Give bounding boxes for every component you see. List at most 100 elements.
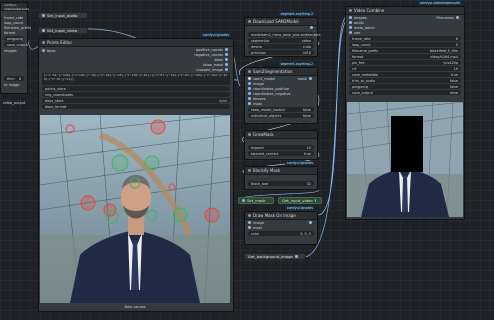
- input-dot-icon[interactable]: [248, 101, 251, 105]
- input-slot: mask: [245, 225, 317, 230]
- get-input-video-node[interactable]: Get_input_video: [278, 197, 322, 204]
- set-input-audio-node[interactable]: Set_input_audio: [38, 12, 88, 19]
- positive-point: [172, 207, 188, 223]
- collapse-dot-icon[interactable]: [248, 169, 251, 172]
- output-dot-icon[interactable]: [225, 63, 228, 66]
- pix-fmt-widget[interactable]: pix_fmt yuv420p: [349, 60, 461, 65]
- input-dot-icon[interactable]: [248, 86, 251, 90]
- output-slot: cropped_image: [191, 67, 233, 72]
- input-slot: vae: [346, 30, 464, 35]
- left-output-widget[interactable]: flnm 8: [4, 76, 24, 81]
- draw-mask-title: Draw Mask On Image: [253, 213, 296, 218]
- left-widget[interactable]: save_output: [4, 42, 28, 47]
- collapse-dot-icon[interactable]: [248, 70, 251, 73]
- keep-model-loaded-widget[interactable]: keep_model_loaded false: [248, 107, 314, 112]
- expand-widget[interactable]: expand 10: [248, 145, 314, 150]
- output-dot-icon[interactable]: [310, 26, 313, 29]
- sam2-model-loader-node[interactable]: segment-anything-2 DownLoad SAM2Model mo…: [244, 12, 320, 57]
- left-row: format: [4, 30, 16, 35]
- input-dot-icon: [42, 48, 45, 52]
- blockify-mask-node[interactable]: comfyui-kjnodes Blockify Mask block_size…: [244, 161, 318, 190]
- format-widget[interactable]: format video/h264-mp4: [349, 54, 461, 59]
- output-dot-icon[interactable]: [309, 76, 312, 80]
- precision-widget[interactable]: precision bf16: [248, 50, 314, 55]
- video-preview[interactable]: [347, 102, 463, 217]
- set-mask-node[interactable]: Set_mask: [238, 197, 274, 204]
- input-dot-icon[interactable]: [248, 220, 251, 224]
- input-dot-icon: [42, 29, 45, 32]
- wire-draw-to-combine: [317, 15, 348, 216]
- blockify-title: Blockify Mask: [253, 168, 281, 173]
- sam2-badge: segment-anything-2: [278, 12, 315, 16]
- output-dot-icon[interactable]: [225, 53, 228, 56]
- neg-coordinates-widget[interactable]: neg_coordinates: [42, 92, 230, 97]
- filename-prefix-widget[interactable]: filename_prefix blockified_fl_film: [349, 48, 461, 53]
- grow-mask-node[interactable]: GrowMask expand 10 tapered_corners true: [244, 130, 318, 160]
- input-dot-icon[interactable]: [248, 76, 251, 80]
- crf-widget[interactable]: crf 19: [349, 66, 461, 71]
- input-dot-icon[interactable]: [248, 91, 251, 95]
- input-dot-icon[interactable]: [248, 96, 251, 100]
- positive-point: [144, 155, 160, 171]
- left-video-node[interactable]: comfyui-videohelpersuite frame_rate loop…: [0, 2, 32, 94]
- trim-to-audio-widget[interactable]: trim_to_audio false: [349, 78, 461, 83]
- negative-point: [168, 183, 176, 191]
- block-size-widget[interactable]: block_size 32: [248, 181, 314, 186]
- bbox-store-widget[interactable]: bbox_store xyxy: [42, 98, 230, 103]
- segmentor-widget[interactable]: segmentor video: [248, 38, 314, 43]
- coordinates-textbox[interactable]: [{"x":31,"y":108},{"x":190,"y":49},{"x":…: [42, 73, 230, 85]
- input-dot-icon[interactable]: [349, 15, 352, 19]
- tapered-corners-widget[interactable]: tapered_corners true: [248, 151, 314, 156]
- get-background-image-node[interactable]: Get_background_image: [244, 253, 306, 260]
- points-editor-badge: comfyui-kjnodes: [200, 33, 231, 37]
- points-editor-title: Points Editor: [47, 40, 73, 45]
- points-store-widget[interactable]: points_store: [42, 86, 230, 91]
- input-dot-icon[interactable]: [248, 225, 251, 229]
- left-widget[interactable]: pingpong: [4, 36, 24, 41]
- grow-mask-title: GrowMask: [253, 132, 274, 137]
- save-output-widget[interactable]: save_output false: [349, 90, 461, 95]
- collapse-dot-icon[interactable]: [248, 133, 251, 136]
- collapse-dot-icon[interactable]: [349, 9, 352, 12]
- pingpong-widget[interactable]: pingpong false: [349, 84, 461, 89]
- device-widget[interactable]: device cuda: [248, 44, 314, 49]
- mask-points-overlay: [65, 119, 220, 224]
- negative-point: [65, 124, 75, 134]
- color-widget[interactable]: color 0, 0, 0: [248, 231, 314, 236]
- individual-objects-widget[interactable]: individual_objects false: [248, 113, 314, 118]
- output-dot-icon[interactable]: [225, 68, 228, 71]
- loop-count-widget[interactable]: loop_count 0: [349, 42, 461, 47]
- input-dot-icon[interactable]: [349, 25, 352, 29]
- negative-point: [80, 195, 96, 211]
- output-dot-icon[interactable]: [225, 48, 228, 51]
- collapse-dot-icon[interactable]: [42, 41, 45, 44]
- save-metadata-widget[interactable]: save_metadata true: [349, 72, 461, 77]
- sam2-segmentation-node[interactable]: segment-anything-2 Sam2Segmentation sam2…: [244, 62, 318, 124]
- collapse-dot-icon[interactable]: [248, 214, 251, 217]
- collapse-dot-icon[interactable]: [248, 20, 251, 23]
- set-input-video-node[interactable]: Set_input_video: [38, 27, 88, 34]
- input-dot-icon[interactable]: [349, 20, 352, 24]
- negative-point: [103, 203, 117, 217]
- frame-rate-widget[interactable]: frame_rate 8: [349, 36, 461, 41]
- input-dot-icon: [242, 199, 245, 202]
- bbox-input-slot: bbox: [39, 48, 59, 53]
- output-dot-icon[interactable]: [225, 58, 228, 61]
- output-dot-icon[interactable]: [456, 15, 459, 19]
- left-output2: to image: [4, 82, 20, 87]
- positive-point: [111, 154, 129, 172]
- points-editor-canvas[interactable]: [40, 115, 230, 303]
- model-widget[interactable]: model sam2_hiera_base_plus.safetensors: [248, 32, 320, 37]
- output-dot-icon[interactable]: [309, 221, 312, 224]
- blockify-badge: comfyui-kjnodes: [284, 161, 315, 165]
- sam2-seg-badge: segment-anything-2: [278, 62, 315, 66]
- input-dot-icon[interactable]: [349, 30, 352, 34]
- draw-mask-node[interactable]: comfyui-kjnodes Draw Mask On Image image…: [244, 206, 318, 245]
- input-dot-icon[interactable]: [248, 81, 251, 85]
- negative-point: [150, 119, 166, 135]
- bbox-format-widget[interactable]: bbox_format: [42, 104, 230, 109]
- input-dot-icon: [42, 14, 45, 17]
- new-canvas-button[interactable]: New canvas: [40, 305, 230, 309]
- left-row: filename_prefix: [4, 25, 32, 30]
- positive-point: [146, 209, 158, 221]
